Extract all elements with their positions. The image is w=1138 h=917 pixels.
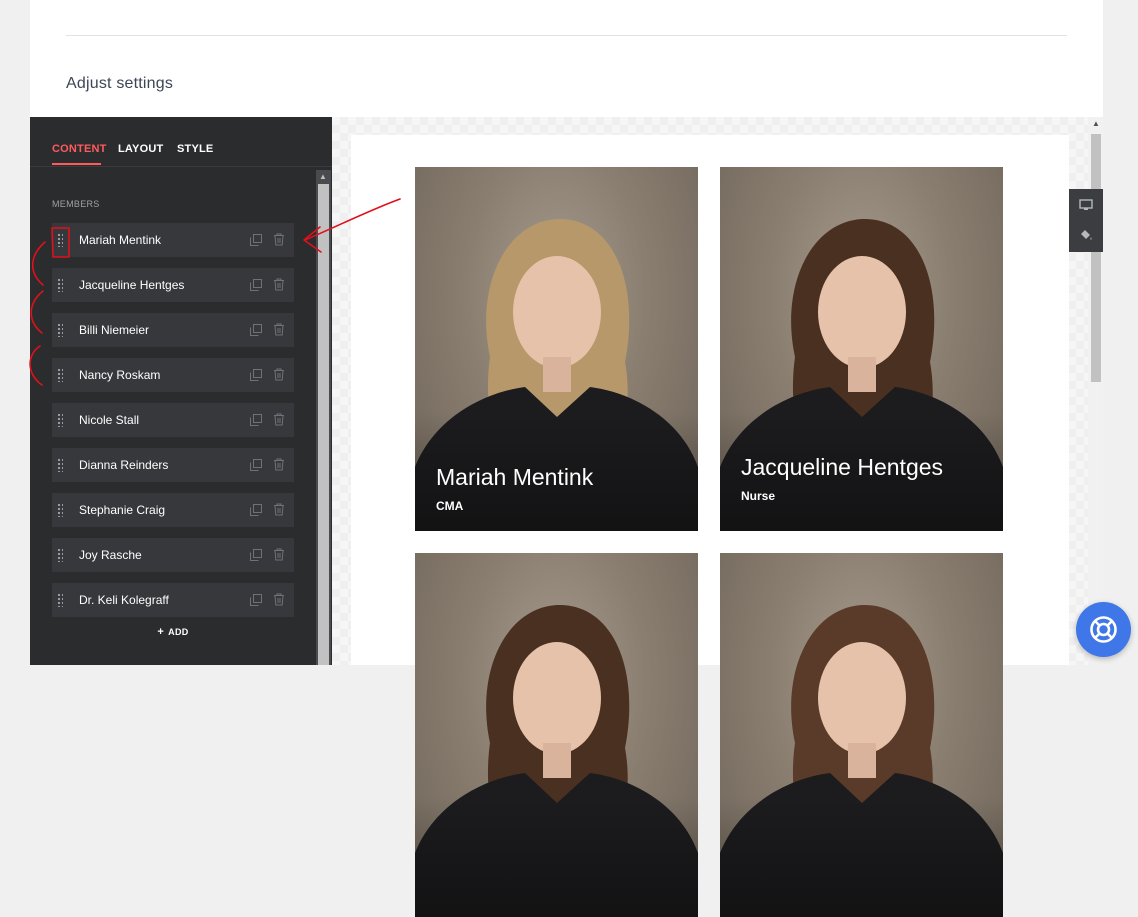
divider <box>66 35 1067 36</box>
trash-icon[interactable] <box>273 548 285 561</box>
editor-tabs: CONTENT LAYOUT STYLE <box>30 117 332 167</box>
card-overlay <box>415 797 698 917</box>
add-label: ADD <box>168 627 189 637</box>
trash-icon[interactable] <box>273 233 285 246</box>
team-member-card[interactable]: Mariah Mentink CMA <box>415 167 698 531</box>
duplicate-icon[interactable] <box>250 414 262 426</box>
member-name: Jacqueline Hentges <box>79 278 185 292</box>
add-member-button[interactable]: + ADD <box>52 626 294 640</box>
drag-handle-icon[interactable] <box>57 323 63 337</box>
member-name: Joy Rasche <box>79 548 142 562</box>
member-name: Mariah Mentink <box>79 233 162 247</box>
team-member-card[interactable] <box>720 553 1003 917</box>
scroll-up-arrow-icon[interactable]: ▲ <box>1092 119 1100 128</box>
desktop-icon[interactable] <box>1079 199 1093 211</box>
card-member-name: Mariah Mentink <box>436 464 594 490</box>
trash-icon[interactable] <box>273 368 285 381</box>
help-button[interactable] <box>1076 602 1131 657</box>
member-row[interactable]: Nicole Stall <box>52 403 294 437</box>
trash-icon[interactable] <box>273 413 285 426</box>
drag-handle-icon[interactable] <box>57 503 63 517</box>
panel-scrollbar[interactable]: ▲ <box>316 170 331 665</box>
drag-handle-icon[interactable] <box>57 368 63 382</box>
member-row[interactable]: Dianna Reinders <box>52 448 294 482</box>
member-row[interactable]: Joy Rasche <box>52 538 294 572</box>
member-name: Stephanie Craig <box>79 503 166 517</box>
page-heading: Adjust settings <box>66 75 174 92</box>
member-name: Nicole Stall <box>79 413 140 427</box>
duplicate-icon[interactable] <box>250 549 262 561</box>
plus-icon: + <box>157 626 165 638</box>
drag-handle-icon[interactable] <box>57 458 63 472</box>
trash-icon[interactable] <box>273 278 285 291</box>
drag-handle-icon[interactable] <box>57 548 63 562</box>
member-row[interactable]: Jacqueline Hentges <box>52 268 294 302</box>
drag-handle-icon[interactable] <box>57 233 63 247</box>
drag-handle-icon[interactable] <box>57 278 63 292</box>
card-member-name: Jacqueline Hentges <box>741 454 944 480</box>
member-name: Dr. Keli Kolegraff <box>79 593 169 607</box>
paint-bucket-icon[interactable] <box>1079 228 1093 241</box>
duplicate-icon[interactable] <box>250 504 262 516</box>
panel-scrollbar-thumb[interactable] <box>318 184 329 665</box>
preview-scrollbar-thumb[interactable] <box>1091 134 1101 382</box>
device-toolbar <box>1069 189 1103 252</box>
duplicate-icon[interactable] <box>250 369 262 381</box>
member-list: Mariah Mentink Jacqueline Hentges Billi Ni… <box>52 223 294 628</box>
scroll-up-arrow-icon[interactable]: ▲ <box>319 172 327 182</box>
lifebuoy-icon <box>1090 616 1117 643</box>
member-row[interactable]: Billi Niemeier <box>52 313 294 347</box>
member-name: Dianna Reinders <box>79 458 169 472</box>
trash-icon[interactable] <box>273 503 285 516</box>
card-member-role: Nurse <box>741 489 776 503</box>
duplicate-icon[interactable] <box>250 234 262 246</box>
tab-layout[interactable]: LAYOUT <box>118 143 163 155</box>
drag-handle-icon[interactable] <box>57 413 63 427</box>
duplicate-icon[interactable] <box>250 459 262 471</box>
editor-panel: CONTENT LAYOUT STYLE MEMBERS Mariah Ment… <box>30 117 332 665</box>
member-row[interactable]: Stephanie Craig <box>52 493 294 527</box>
team-member-card[interactable]: Jacqueline Hentges Nurse <box>720 167 1003 531</box>
drag-handle-icon[interactable] <box>57 593 63 607</box>
member-name: Billi Niemeier <box>79 323 150 337</box>
trash-icon[interactable] <box>273 593 285 606</box>
duplicate-icon[interactable] <box>250 594 262 606</box>
member-row[interactable]: Mariah Mentink <box>52 223 294 257</box>
card-overlay <box>720 797 1003 917</box>
duplicate-icon[interactable] <box>250 279 262 291</box>
members-section-label: MEMBERS <box>52 199 100 209</box>
tab-style[interactable]: STYLE <box>177 143 213 155</box>
member-row[interactable]: Nancy Roskam <box>52 358 294 392</box>
trash-icon[interactable] <box>273 458 285 471</box>
duplicate-icon[interactable] <box>250 324 262 336</box>
card-member-role: CMA <box>436 499 464 513</box>
member-row[interactable]: Dr. Keli Kolegraff <box>52 583 294 617</box>
member-name: Nancy Roskam <box>79 368 161 382</box>
tab-content[interactable]: CONTENT <box>52 143 107 155</box>
trash-icon[interactable] <box>273 323 285 336</box>
active-tab-indicator <box>52 163 101 165</box>
team-member-card[interactable] <box>415 553 698 917</box>
